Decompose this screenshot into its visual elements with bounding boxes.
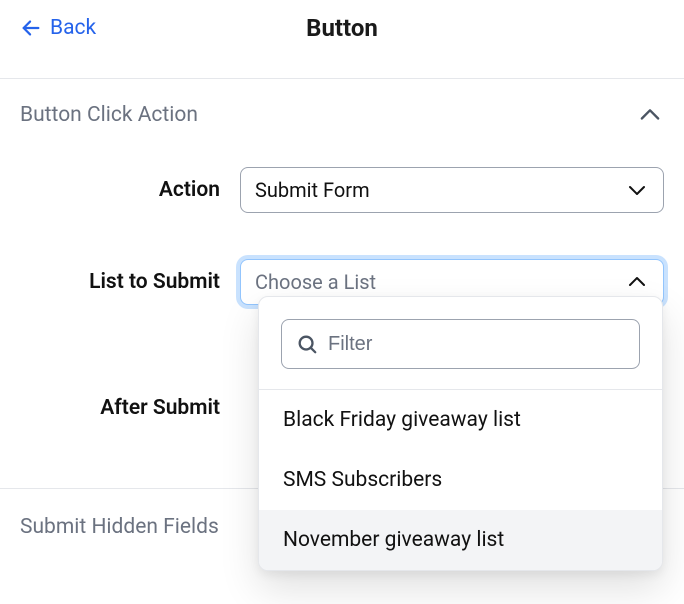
after-submit-label: After Submit — [20, 396, 240, 420]
list-option[interactable]: November giveaway list — [259, 510, 662, 570]
list-label: List to Submit — [20, 270, 240, 294]
back-label: Back — [50, 16, 96, 40]
filter-input[interactable] — [328, 333, 625, 356]
hidden-fields-title: Submit Hidden Fields — [20, 515, 219, 539]
list-option[interactable]: SMS Subscribers — [259, 450, 662, 510]
action-select[interactable]: Submit Form — [240, 167, 664, 213]
chevron-down-icon — [625, 178, 649, 202]
panel-header: Back Button — [0, 0, 684, 56]
back-button[interactable]: Back — [20, 16, 96, 40]
arrow-left-icon — [20, 17, 42, 39]
chevron-up-icon — [625, 270, 649, 294]
row-action: Action Submit Form — [0, 159, 684, 221]
search-icon — [296, 333, 318, 355]
page-title: Button — [0, 14, 684, 42]
list-option[interactable]: Black Friday giveaway list — [259, 390, 662, 450]
action-label: Action — [20, 178, 240, 202]
filter-search-box[interactable] — [281, 319, 640, 369]
chevron-up-icon — [636, 101, 664, 129]
list-dropdown: Black Friday giveaway list SMS Subscribe… — [258, 296, 663, 571]
section-header-click-action[interactable]: Button Click Action — [0, 79, 684, 139]
action-select-value: Submit Form — [255, 178, 370, 202]
dropdown-search-wrap — [259, 297, 662, 389]
section-title: Button Click Action — [20, 103, 198, 127]
list-select-placeholder: Choose a List — [255, 270, 376, 294]
